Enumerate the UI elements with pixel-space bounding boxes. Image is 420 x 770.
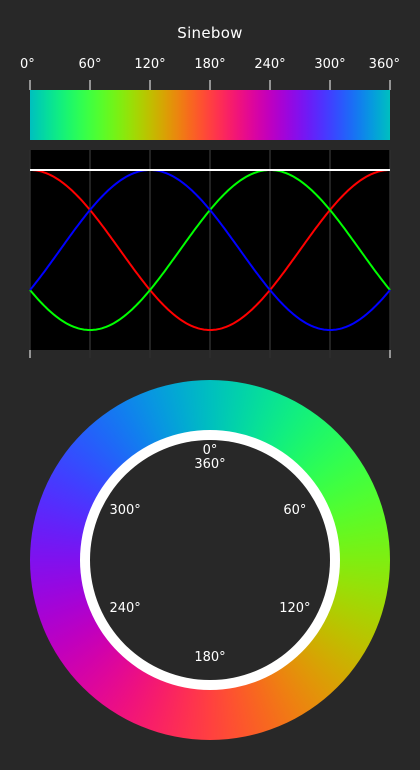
tick-label: 360° xyxy=(368,57,400,72)
tick-label: 0° xyxy=(20,57,35,72)
tick-label: 300° xyxy=(314,57,346,72)
wheel-angle-label-text: 0° xyxy=(202,443,218,458)
wheel-angle-label-text: 300° xyxy=(109,503,141,518)
wheel-angle-label: 180° xyxy=(180,651,240,665)
wheel-angle-label-text: 240° xyxy=(109,601,141,616)
tick-label: 60° xyxy=(78,57,102,72)
tick-label: 120° xyxy=(134,57,166,72)
page-title: Sinebow xyxy=(177,24,243,42)
wheel-angle-label-text: 60° xyxy=(283,503,307,518)
wheel-angle-label: 240° xyxy=(95,602,155,616)
wheel-angle-label-text: 180° xyxy=(194,650,226,665)
wheel-angle-label: 120° xyxy=(265,602,325,616)
wheel-angle-label: 0° 360° xyxy=(180,444,240,472)
wheel-angle-label-text: 120° xyxy=(279,601,311,616)
rgb-channel-plot xyxy=(29,80,391,358)
tick-label: 240° xyxy=(254,57,286,72)
wheel-angle-label-text: 360° xyxy=(194,457,226,472)
wheel-angle-label: 60° xyxy=(265,504,325,518)
tick-label: 180° xyxy=(194,57,226,72)
wheel-angle-label: 300° xyxy=(95,504,155,518)
sinebow-color-wheel: 0° 360° 60° 120° 180° 240° 300° xyxy=(30,380,390,740)
color-wheel-center xyxy=(90,440,330,680)
